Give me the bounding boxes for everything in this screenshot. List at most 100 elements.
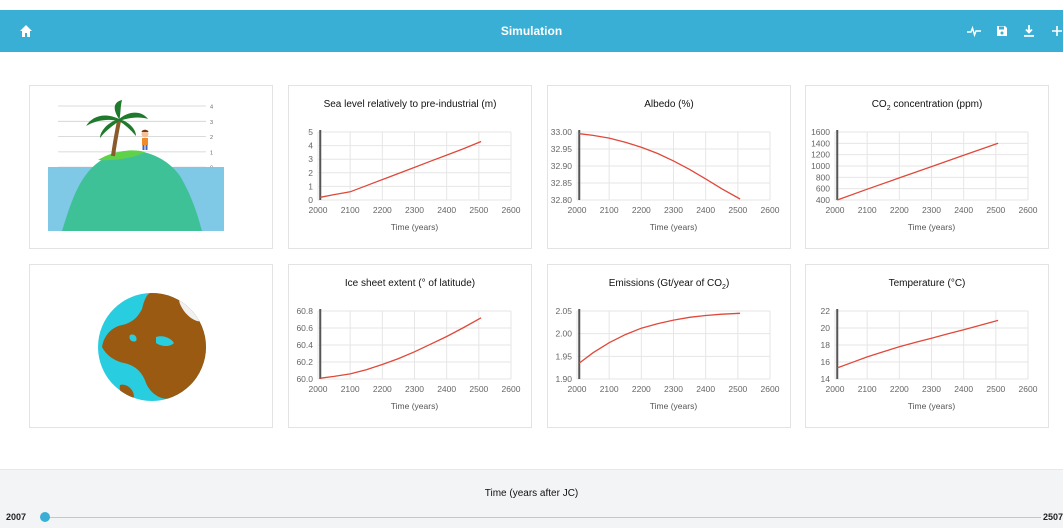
y-tick-label: 0 bbox=[308, 195, 313, 205]
y-tick-label: 60.0 bbox=[296, 374, 313, 384]
y-tick-label: 1 bbox=[308, 181, 313, 191]
timeline-min-label: 2007 bbox=[6, 512, 27, 522]
island-illustration: 43210-1-2-3-4 bbox=[48, 100, 224, 233]
y-tick-label: 32.80 bbox=[551, 195, 573, 205]
x-tick-label: 2400 bbox=[696, 205, 715, 215]
x-tick-label: 2400 bbox=[954, 205, 973, 215]
y-tick-label: 1400 bbox=[811, 138, 830, 148]
y-tick-label: 60.8 bbox=[296, 306, 313, 316]
y-tick-label: 600 bbox=[816, 184, 830, 194]
y-tick-label: 4 bbox=[308, 141, 313, 151]
x-tick-label: 2300 bbox=[922, 205, 941, 215]
x-tick-label: 2500 bbox=[728, 384, 747, 394]
y-tick-label: 60.2 bbox=[296, 357, 313, 367]
chart-sea-level: 0 1 2 3 4 5 2000 2100 2200 2300 2400 2500 2600 Time (… bbox=[308, 127, 521, 232]
x-tick-label: 2300 bbox=[922, 384, 941, 394]
x-tick-label: 2200 bbox=[632, 384, 651, 394]
y-tick-label: 2.00 bbox=[555, 329, 572, 339]
x-tick-label: 2600 bbox=[1019, 384, 1038, 394]
y-tick-label: 14 bbox=[821, 374, 831, 384]
chart-albedo: 32.80 32.85 32.90 32.95 33.00 2000 2100 2200 230… bbox=[551, 127, 780, 232]
y-tick-label: 20 bbox=[821, 323, 831, 333]
timeline-max-label: 2507 bbox=[1042, 512, 1063, 522]
pulse-icon[interactable] bbox=[966, 23, 982, 39]
chart-card-sea-level: Sea level relatively to pre-industrial (… bbox=[288, 85, 532, 249]
page-title: Simulation bbox=[500, 24, 563, 38]
y-tick-label: 22 bbox=[821, 306, 831, 316]
timeline-panel: Time (years after JC) 2007 2507 bbox=[0, 469, 1063, 528]
y-tick-label: 800 bbox=[816, 172, 830, 182]
y-tick-label: 400 bbox=[816, 195, 830, 205]
y-tick-label: 1600 bbox=[811, 127, 830, 137]
y-tick-label: 5 bbox=[308, 127, 313, 137]
y-tick-label: 1200 bbox=[811, 150, 830, 160]
y-tick-label: 33.00 bbox=[551, 127, 573, 137]
y-tick-label: 1.95 bbox=[555, 351, 572, 361]
y-tick-label: 32.90 bbox=[551, 161, 573, 171]
chart-card-co2: CO2 concentration (ppm) 400 600 800 1000 120… bbox=[805, 85, 1049, 249]
x-axis-label: Time (years) bbox=[908, 401, 956, 411]
y-tick-label: 32.95 bbox=[551, 144, 573, 154]
x-axis-label: Time (years) bbox=[391, 401, 439, 411]
x-tick-label: 2600 bbox=[502, 205, 521, 215]
ruler-label: 3 bbox=[210, 120, 213, 126]
y-tick-label: 32.85 bbox=[551, 178, 573, 188]
x-tick-label: 2300 bbox=[664, 205, 683, 215]
island-illustration-card: 43210-1-2-3-4 bbox=[29, 85, 273, 249]
x-tick-label: 2100 bbox=[341, 205, 360, 215]
x-tick-label: 2000 bbox=[309, 384, 328, 394]
save-icon[interactable] bbox=[994, 23, 1010, 39]
x-tick-label: 2400 bbox=[437, 205, 456, 215]
x-tick-label: 2600 bbox=[502, 384, 521, 394]
ruler-label: 2 bbox=[210, 135, 213, 141]
x-tick-label: 2300 bbox=[664, 384, 683, 394]
globe-illustration-card bbox=[29, 264, 273, 428]
series-line bbox=[320, 317, 482, 379]
chart-temperature: 14 16 18 20 22 2000 2100 2200 2300 2400 2500 2600 Ti… bbox=[821, 306, 1038, 411]
x-tick-label: 2000 bbox=[826, 384, 845, 394]
x-tick-label: 2100 bbox=[341, 384, 360, 394]
chart-ice-sheet: 60.0 60.2 60.4 60.6 60.8 2000 2100 2200 2300 2400… bbox=[296, 306, 521, 411]
series-line bbox=[578, 312, 741, 364]
download-icon[interactable] bbox=[1021, 23, 1037, 39]
x-tick-label: 2200 bbox=[890, 205, 909, 215]
person-figure bbox=[141, 129, 149, 150]
x-tick-label: 2200 bbox=[632, 205, 651, 215]
timeline-label: Time (years after JC) bbox=[484, 488, 579, 499]
y-tick-label: 16 bbox=[821, 357, 831, 367]
x-tick-label: 2100 bbox=[858, 205, 877, 215]
y-tick-label: 3 bbox=[308, 154, 313, 164]
y-tick-label: 60.6 bbox=[296, 323, 313, 333]
y-tick-label: 2 bbox=[308, 168, 313, 178]
x-tick-label: 2400 bbox=[437, 384, 456, 394]
x-tick-label: 2600 bbox=[1019, 205, 1038, 215]
series-line bbox=[320, 140, 482, 198]
x-tick-label: 2000 bbox=[568, 205, 587, 215]
x-tick-label: 2200 bbox=[373, 384, 392, 394]
chart-card-emissions: Emissions (Gt/year of CO2) 1.90 1.95 2.00 2… bbox=[547, 264, 791, 428]
x-axis-label: Time (years) bbox=[650, 222, 698, 232]
x-tick-label: 2200 bbox=[373, 205, 392, 215]
x-tick-label: 2100 bbox=[600, 205, 619, 215]
x-tick-label: 2100 bbox=[600, 384, 619, 394]
timeline-slider-track[interactable] bbox=[45, 517, 1041, 518]
x-tick-label: 2000 bbox=[826, 205, 845, 215]
x-tick-label: 2400 bbox=[954, 384, 973, 394]
y-tick-label: 18 bbox=[821, 340, 831, 350]
x-tick-label: 2600 bbox=[761, 384, 780, 394]
plus-icon[interactable] bbox=[1049, 23, 1063, 39]
y-tick-label: 60.4 bbox=[296, 340, 313, 350]
x-tick-label: 2500 bbox=[469, 384, 488, 394]
timeline-slider-thumb[interactable] bbox=[40, 512, 50, 522]
x-tick-label: 2300 bbox=[405, 205, 424, 215]
chart-card-albedo: Albedo (%) 32.80 32.85 32.90 32.95 33.00 2000… bbox=[547, 85, 791, 249]
x-axis-label: Time (years) bbox=[650, 401, 698, 411]
palm-trunk bbox=[111, 120, 121, 157]
x-tick-label: 2400 bbox=[696, 384, 715, 394]
x-tick-label: 2500 bbox=[986, 384, 1005, 394]
x-axis-label: Time (years) bbox=[908, 222, 956, 232]
x-tick-label: 2100 bbox=[858, 384, 877, 394]
chart-co2: 400600 80010001200 14001600 2000 2100 2200 230… bbox=[811, 127, 1038, 232]
x-tick-label: 2200 bbox=[890, 384, 909, 394]
x-tick-label: 2600 bbox=[761, 205, 780, 215]
